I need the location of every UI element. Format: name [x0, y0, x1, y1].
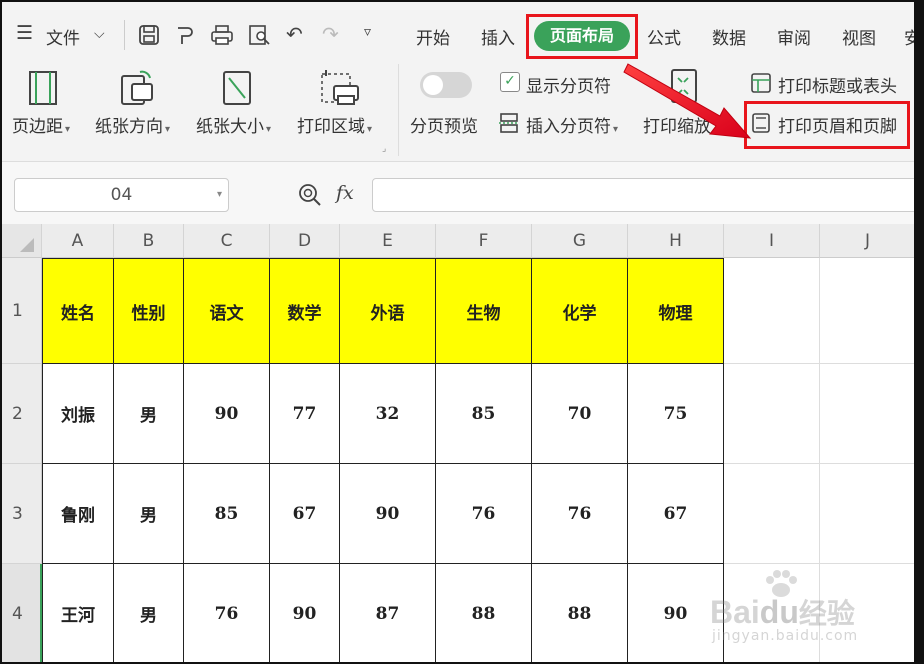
print-preview-icon[interactable] [248, 24, 272, 46]
table-cell[interactable]: 76 [184, 564, 270, 662]
tab-home[interactable]: 开始 [416, 24, 450, 49]
table-cell[interactable]: 鲁刚 [42, 464, 114, 564]
header-cell[interactable]: 外语 [340, 258, 436, 364]
header-cell[interactable]: 姓名 [42, 258, 114, 364]
empty-cell[interactable] [724, 364, 820, 464]
group-launcher-icon[interactable]: ⌟ [382, 144, 386, 154]
table-cell[interactable]: 刘振 [42, 364, 114, 464]
header-cell[interactable]: 物理 [628, 258, 724, 364]
row-header-2[interactable]: 2 [2, 364, 42, 464]
paper-size-button[interactable]: 纸张大小 ▾ [196, 112, 271, 137]
paper-size-icon [223, 71, 251, 105]
red-arrow [623, 63, 752, 139]
empty-cell[interactable] [724, 464, 820, 564]
row-header-1[interactable]: 1 [2, 258, 42, 364]
column-header-h[interactable]: H [628, 224, 724, 258]
watermark-url: jingyan.baidu.com [712, 628, 859, 644]
margins-icon [29, 71, 57, 105]
redo-icon[interactable]: ↷ [322, 22, 339, 46]
table-cell[interactable]: 王河 [42, 564, 114, 662]
formula-input[interactable] [372, 178, 914, 212]
table-cell[interactable]: 75 [628, 364, 724, 464]
page-break-preview-button[interactable]: 分页预览 [410, 112, 478, 137]
table-cell[interactable]: 88 [532, 564, 628, 662]
table-cell[interactable]: 男 [114, 564, 184, 662]
chevron-down-icon[interactable]: ⌵ [94, 26, 105, 42]
table-cell[interactable]: 90 [340, 464, 436, 564]
divider [124, 20, 125, 50]
show-page-break-label: 显示分页符 [526, 77, 611, 97]
orientation-button[interactable]: 纸张方向 ▾ [95, 112, 170, 137]
table-cell[interactable]: 67 [270, 464, 340, 564]
tab-security[interactable]: 安 [904, 24, 914, 49]
select-all-corner[interactable] [2, 224, 42, 258]
ribbon: ☰ 文件 ⌵ ↶ ↷ ▿ 开始 插入 页面布局 公式 数据 审阅 视图 安 页边… [2, 2, 914, 162]
name-box[interactable]: 04 ▾ [14, 178, 229, 212]
column-header-a[interactable]: A [42, 224, 114, 258]
header-cell[interactable]: 性别 [114, 258, 184, 364]
table-cell[interactable]: 男 [114, 464, 184, 564]
print-area-button[interactable]: 打印区域 ▾ [297, 112, 372, 137]
table-cell[interactable]: 87 [340, 564, 436, 662]
undo-icon[interactable]: ↶ [286, 22, 303, 46]
formula-bar: 04 ▾ fx [2, 162, 914, 224]
zoom-search-icon[interactable] [298, 183, 322, 207]
header-cell[interactable]: 语文 [184, 258, 270, 364]
table-cell[interactable]: 男 [114, 364, 184, 464]
file-menu[interactable]: 文件 [46, 24, 80, 49]
column-header-b[interactable]: B [114, 224, 184, 258]
row-header-4[interactable]: 4 [2, 564, 42, 662]
page-break-preview-toggle[interactable] [420, 72, 472, 98]
save-icon[interactable] [138, 24, 160, 46]
highlight-box-header-footer [744, 101, 910, 149]
margins-button[interactable]: 页边距 ▾ [12, 112, 70, 137]
empty-cell[interactable] [724, 258, 820, 364]
table-cell[interactable]: 85 [184, 464, 270, 564]
show-page-break-checkbox[interactable]: ✓ [500, 72, 520, 92]
table-cell[interactable]: 77 [270, 364, 340, 464]
table-cell[interactable]: 85 [436, 364, 532, 464]
column-header-f[interactable]: F [436, 224, 532, 258]
baidu-watermark: Baidu经验 jingyan.baidu.com [710, 570, 910, 650]
column-header-e[interactable]: E [340, 224, 436, 258]
fx-icon[interactable]: fx [336, 182, 354, 204]
header-cell[interactable]: 化学 [532, 258, 628, 364]
column-header-j[interactable]: J [820, 224, 914, 258]
column-header-c[interactable]: C [184, 224, 270, 258]
empty-cell[interactable] [820, 364, 914, 464]
divider [398, 64, 399, 156]
watermark-logo: Baidu经验 [710, 594, 855, 630]
table-cell[interactable]: 76 [532, 464, 628, 564]
hamburger-icon[interactable]: ☰ [16, 22, 33, 44]
tab-view[interactable]: 视图 [842, 24, 876, 49]
header-cell[interactable]: 数学 [270, 258, 340, 364]
table-cell[interactable]: 76 [436, 464, 532, 564]
tab-review[interactable]: 审阅 [777, 24, 811, 49]
table-cell[interactable]: 70 [532, 364, 628, 464]
customize-icon[interactable]: ▿ [364, 24, 371, 40]
print-area-icon [321, 70, 359, 105]
format-painter-icon[interactable] [174, 24, 196, 46]
table-cell[interactable]: 32 [340, 364, 436, 464]
print-icon[interactable] [210, 24, 234, 46]
empty-cell[interactable] [820, 464, 914, 564]
orientation-icon [121, 70, 153, 105]
window-frame: ☰ 文件 ⌵ ↶ ↷ ▿ 开始 插入 页面布局 公式 数据 审阅 视图 安 页边… [0, 0, 924, 664]
empty-cell[interactable] [820, 258, 914, 364]
column-header-i[interactable]: I [724, 224, 820, 258]
header-cell[interactable]: 生物 [436, 258, 532, 364]
table-cell[interactable]: 90 [184, 364, 270, 464]
insert-page-break-icon [499, 113, 519, 133]
table-cell[interactable]: 88 [436, 564, 532, 662]
row-header-3[interactable]: 3 [2, 464, 42, 564]
column-header-g[interactable]: G [532, 224, 628, 258]
table-cell[interactable]: 67 [628, 464, 724, 564]
tab-insert[interactable]: 插入 [481, 24, 515, 49]
column-header-d[interactable]: D [270, 224, 340, 258]
table-cell[interactable]: 90 [270, 564, 340, 662]
print-titles-button[interactable]: 打印标题或表头 [778, 72, 897, 97]
